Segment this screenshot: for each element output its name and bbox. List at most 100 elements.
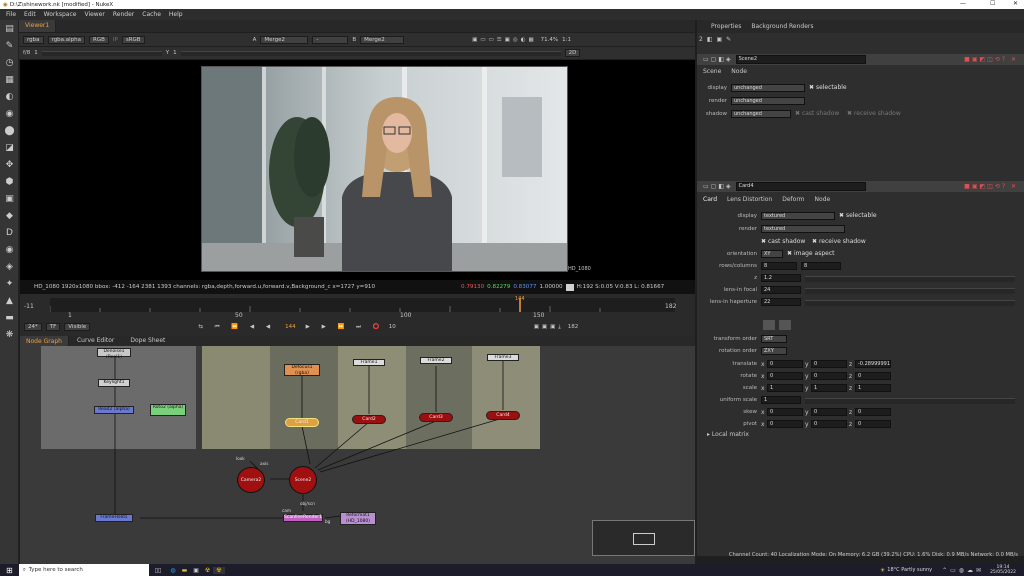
lens-focal-field[interactable]: 24 — [761, 286, 801, 294]
close-button[interactable]: ✕ — [1013, 0, 1018, 7]
tab-card-node[interactable]: Node — [815, 196, 831, 203]
metadata-tool-icon[interactable]: ◆ — [0, 207, 19, 224]
orientation-dropdown[interactable]: XY — [761, 250, 783, 258]
node-keylight[interactable]: Keylight1 — [98, 379, 130, 387]
translate-z-field[interactable]: -0.28999991 — [855, 360, 891, 368]
node-card3[interactable]: Card3 — [419, 413, 453, 422]
frame-step[interactable]: 1 — [34, 50, 38, 56]
uniform-scale-field[interactable]: 1 — [761, 396, 801, 404]
node-camera[interactable]: Camera2 — [237, 467, 265, 493]
rotate-y-field[interactable]: 0 — [811, 372, 847, 380]
lock-icon[interactable]: ▣ — [717, 36, 723, 43]
time-tool-icon[interactable]: ◷ — [0, 54, 19, 71]
lens-focal-slider[interactable] — [805, 288, 1015, 294]
input-b-dropdown[interactable]: Merge2 — [360, 35, 405, 44]
visible-dropdown[interactable]: Visible — [64, 323, 91, 331]
card-render-dropdown[interactable]: textured — [761, 225, 845, 233]
deep-tool-icon[interactable]: D — [0, 224, 19, 241]
channels-dropdown[interactable]: rgba — [23, 35, 44, 44]
tab-viewer1[interactable]: Viewer1 — [19, 20, 57, 32]
rotate-x-field[interactable]: 0 — [767, 372, 803, 380]
node-frame1[interactable]: Frame1 — [353, 359, 385, 366]
alpha-dropdown[interactable]: rgba.alpha — [47, 35, 86, 44]
transform-tool-icon[interactable]: ✥ — [0, 156, 19, 173]
tab-node[interactable]: Node — [731, 68, 747, 75]
scene-name-field[interactable]: Scene2 — [735, 55, 866, 64]
nuke-active-icon[interactable]: ☢ — [213, 566, 225, 574]
menu-viewer[interactable]: Viewer — [84, 11, 104, 18]
node-scene[interactable]: Scene2 — [289, 466, 317, 494]
node-roto[interactable]: Roto2 (alpha) — [150, 404, 186, 416]
task-view-icon[interactable]: ▯▯ — [149, 567, 168, 574]
zoom-level[interactable]: 71.4% — [541, 37, 558, 43]
edge-icon[interactable]: ◍ — [167, 567, 178, 574]
node-reformat[interactable]: Reformat1 (HD_1080) — [340, 512, 376, 525]
gamma-slider[interactable] — [180, 50, 561, 56]
filter-tool-icon[interactable]: ◉ — [0, 105, 19, 122]
node-card2[interactable]: Card2 — [352, 415, 386, 424]
scene-render-dropdown[interactable]: unchanged — [731, 97, 805, 105]
menu-workspace[interactable]: Workspace — [44, 11, 77, 18]
panel-controls[interactable]: ■▣◩◫⟲? ✕ — [964, 56, 1024, 63]
nuke-icon[interactable]: ☢ — [202, 567, 213, 574]
translate-y-field[interactable]: 0 — [811, 360, 847, 368]
gain-slider[interactable] — [41, 50, 162, 56]
pivot-x-field[interactable]: 0 — [767, 420, 803, 428]
timeline-ruler[interactable] — [49, 298, 675, 312]
channel-tool-icon[interactable]: ▦ — [0, 71, 19, 88]
rows-field[interactable]: 8 — [761, 262, 797, 270]
node-card4[interactable]: Card4 — [486, 411, 520, 420]
scene-selectable-check[interactable]: ✖ selectable — [809, 84, 847, 91]
menu-cache[interactable]: Cache — [142, 11, 161, 18]
card-panel-controls[interactable]: ■▣◩◫⟲? ✕ — [964, 183, 1024, 190]
tab-deform[interactable]: Deform — [782, 196, 804, 203]
store-icon[interactable]: ▣ — [190, 567, 202, 574]
eye-tool-icon[interactable]: ◉ — [0, 241, 19, 258]
playback-buttons-right[interactable]: ▶ ▶ ⏩ ⏭ ⭕ — [306, 324, 385, 331]
menu-help[interactable]: Help — [169, 11, 183, 18]
cara-tool-icon[interactable]: ▬ — [0, 309, 19, 326]
card-name-field[interactable]: Card4 — [735, 182, 866, 191]
tab-lens-distortion[interactable]: Lens Distortion — [727, 196, 772, 203]
scale-y-field[interactable]: 1 — [811, 384, 847, 392]
card-cast-shadow-check[interactable]: ✖ cast shadow — [761, 238, 805, 245]
menu-render[interactable]: Render — [113, 11, 134, 18]
transform-order-dropdown[interactable]: SRT — [761, 335, 787, 343]
transform-axis-icon[interactable] — [779, 320, 791, 330]
view-mode-dropdown[interactable]: 2D — [564, 49, 581, 57]
zoom-ratio[interactable]: 1:1 — [562, 37, 571, 43]
y-value[interactable]: 1 — [173, 50, 177, 56]
image-aspect-check[interactable]: ✖ image aspect — [787, 250, 835, 257]
weather-text[interactable]: 18°C Partly sunny — [887, 567, 942, 573]
translate-x-field[interactable]: 0 — [767, 360, 803, 368]
local-matrix-toggle[interactable]: ▸ Local matrix — [707, 431, 749, 438]
pen-icon[interactable]: ✎ — [726, 36, 731, 43]
node-defocus[interactable]: Defocus1 (rgba) — [284, 364, 320, 376]
taskbar-search-field[interactable]: ⌕ Type here to search — [18, 564, 149, 576]
node-graph[interactable]: Denoise1 (Reel1) Keylight1 Read2 (alpha)… — [20, 346, 695, 564]
lut-dropdown[interactable]: sRGB — [121, 35, 145, 44]
node-frame3[interactable]: Frame3 — [487, 354, 519, 361]
toolsets-tool-icon[interactable]: ◈ — [0, 258, 19, 275]
tab-curve-editor[interactable]: Curve Editor — [69, 336, 122, 346]
timeline-end-frame[interactable]: 182 — [568, 324, 579, 330]
fps-dropdown[interactable]: 24* — [24, 323, 42, 331]
color-tool-icon[interactable]: ◐ — [0, 88, 19, 105]
furnace-tool-icon[interactable]: ▲ — [0, 292, 19, 309]
node-denoise[interactable]: Denoise1 (Reel1) — [97, 348, 131, 360]
viewer-canvas[interactable]: HD_1080 — [20, 60, 695, 280]
current-frame[interactable]: 144 — [279, 324, 302, 330]
z-slider[interactable] — [805, 276, 1015, 282]
minimize-button[interactable]: — — [960, 0, 966, 7]
menu-file[interactable]: File — [6, 11, 16, 18]
lens-haperture-slider[interactable] — [805, 300, 1015, 306]
card-receive-shadow-check[interactable]: ✖ receive shadow — [812, 238, 866, 245]
tab-card[interactable]: Card — [703, 196, 717, 203]
skew-x-field[interactable]: 0 — [767, 408, 803, 416]
explorer-icon[interactable]: ▬ — [179, 567, 191, 574]
tray-icons[interactable]: ⌃▭◍☁✉ — [942, 567, 990, 574]
card-panel-icons[interactable]: ▭▢◧◈ — [703, 183, 733, 190]
tf-dropdown[interactable]: TF — [45, 323, 61, 331]
card-selectable-check[interactable]: ✖ selectable — [839, 212, 877, 219]
input-a-dropdown[interactable]: Merge2 — [260, 35, 309, 44]
